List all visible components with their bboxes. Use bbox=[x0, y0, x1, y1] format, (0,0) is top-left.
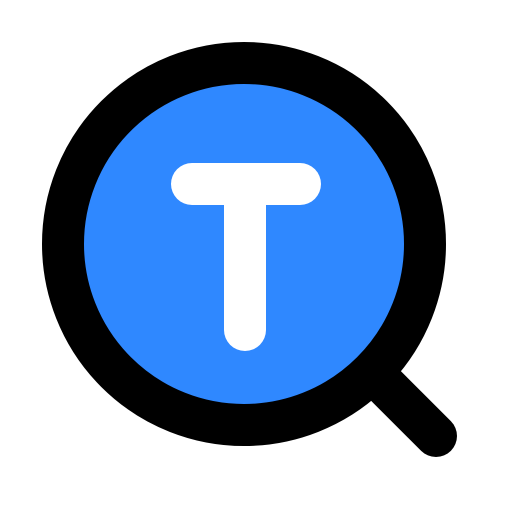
magnifier-handle bbox=[363, 363, 457, 457]
icon-canvas bbox=[0, 0, 512, 512]
text-search-icon bbox=[42, 42, 457, 457]
